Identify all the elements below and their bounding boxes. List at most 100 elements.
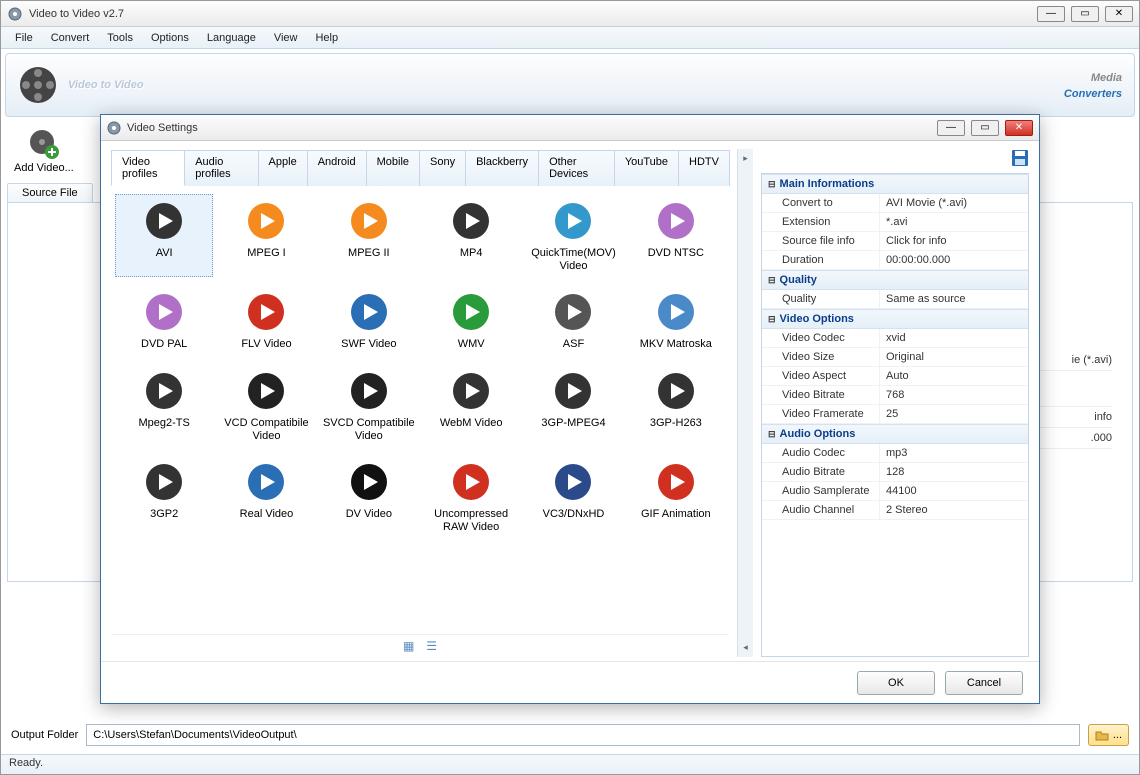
- prop-value[interactable]: 00:00:00.000: [880, 251, 1028, 269]
- prop-quality[interactable]: QualitySame as source: [762, 290, 1028, 309]
- section-audio-options[interactable]: ⊟Audio Options: [762, 424, 1028, 444]
- prop-extension[interactable]: Extension*.avi: [762, 213, 1028, 232]
- prop-value[interactable]: mp3: [880, 444, 1028, 462]
- app-title-text: Video to Video: [68, 79, 144, 91]
- prop-video-framerate[interactable]: Video Framerate25: [762, 405, 1028, 424]
- tab-sony[interactable]: Sony: [419, 150, 466, 186]
- profile-3gp-h263[interactable]: 3GP-H263: [627, 364, 725, 447]
- menu-options[interactable]: Options: [143, 30, 197, 46]
- profile-wmv[interactable]: WMV: [422, 285, 520, 356]
- dialog-close-button[interactable]: ✕: [1005, 120, 1033, 136]
- menu-language[interactable]: Language: [199, 30, 264, 46]
- output-folder-input[interactable]: [86, 724, 1080, 746]
- menu-view[interactable]: View: [266, 30, 306, 46]
- browse-button[interactable]: ...: [1088, 724, 1129, 746]
- profile-mpeg-i[interactable]: MPEG I: [217, 194, 315, 277]
- prop-video-aspect[interactable]: Video AspectAuto: [762, 367, 1028, 386]
- dialog-minimize-button[interactable]: —: [937, 120, 965, 136]
- cancel-button[interactable]: Cancel: [945, 671, 1023, 695]
- prop-video-size[interactable]: Video SizeOriginal: [762, 348, 1028, 367]
- prop-audio-channel[interactable]: Audio Channel2 Stereo: [762, 501, 1028, 520]
- list-view-icon[interactable]: ☰: [426, 639, 437, 653]
- section-quality[interactable]: ⊟Quality: [762, 270, 1028, 290]
- tab-blackberry[interactable]: Blackberry: [465, 150, 539, 186]
- prop-value[interactable]: 2 Stereo: [880, 501, 1028, 519]
- prop-value[interactable]: 44100: [880, 482, 1028, 500]
- profile-mpeg2-ts[interactable]: Mpeg2-TS: [115, 364, 213, 447]
- section-main-informations[interactable]: ⊟Main Informations: [762, 174, 1028, 194]
- property-grid[interactable]: ⊟Main InformationsConvert toAVI Movie (*…: [761, 173, 1029, 657]
- prop-value[interactable]: Click for info: [880, 232, 1028, 250]
- prop-value[interactable]: xvid: [880, 329, 1028, 347]
- minimize-button[interactable]: —: [1037, 6, 1065, 22]
- profile-icon: [142, 460, 186, 504]
- profile-flv-video[interactable]: FLV Video: [217, 285, 315, 356]
- section-video-options[interactable]: ⊟Video Options: [762, 309, 1028, 329]
- chevron-right-icon: ▸: [738, 153, 753, 164]
- save-profile-button[interactable]: [1011, 149, 1029, 167]
- tab-youtube[interactable]: YouTube: [614, 150, 679, 186]
- tab-apple[interactable]: Apple: [258, 150, 308, 186]
- dialog-maximize-button[interactable]: ▭: [971, 120, 999, 136]
- profile-webm-video[interactable]: WebM Video: [422, 364, 520, 447]
- tab-android[interactable]: Android: [307, 150, 367, 186]
- collapse-icon: ⊟: [768, 429, 776, 440]
- close-button[interactable]: ✕: [1105, 6, 1133, 22]
- tab-other-devices[interactable]: Other Devices: [538, 150, 615, 186]
- source-file-tab[interactable]: Source File: [7, 183, 93, 202]
- menu-convert[interactable]: Convert: [43, 30, 98, 46]
- profile-gif-animation[interactable]: GIF Animation: [627, 455, 725, 538]
- menu-help[interactable]: Help: [307, 30, 346, 46]
- prop-duration[interactable]: Duration00:00:00.000: [762, 251, 1028, 270]
- profile-vcd-compatibile-video[interactable]: VCD Compatibile Video: [217, 364, 315, 447]
- tab-video-profiles[interactable]: Video profiles: [111, 150, 185, 186]
- profile-avi[interactable]: AVI: [115, 194, 213, 277]
- profile-dv-video[interactable]: DV Video: [320, 455, 418, 538]
- profile-dvd-ntsc[interactable]: DVD NTSC: [627, 194, 725, 277]
- profile-mpeg-ii[interactable]: MPEG II: [320, 194, 418, 277]
- menu-file[interactable]: File: [7, 30, 41, 46]
- prop-source-file-info[interactable]: Source file infoClick for info: [762, 232, 1028, 251]
- tab-audio-profiles[interactable]: Audio profiles: [184, 150, 258, 186]
- prop-convert-to[interactable]: Convert toAVI Movie (*.avi): [762, 194, 1028, 213]
- profile-quicktime-mov-video[interactable]: QuickTime(MOV) Video: [524, 194, 622, 277]
- prop-audio-bitrate[interactable]: Audio Bitrate128: [762, 463, 1028, 482]
- splitter-handle[interactable]: ▸ ◂: [737, 149, 753, 657]
- prop-video-codec[interactable]: Video Codecxvid: [762, 329, 1028, 348]
- grid-view-icon[interactable]: ▦: [403, 639, 414, 653]
- profile-3gp2[interactable]: 3GP2: [115, 455, 213, 538]
- maximize-button[interactable]: ▭: [1071, 6, 1099, 22]
- profile-dvd-pal[interactable]: DVD PAL: [115, 285, 213, 356]
- prop-value[interactable]: *.avi: [880, 213, 1028, 231]
- prop-value[interactable]: 25: [880, 405, 1028, 423]
- main-titlebar[interactable]: Video to Video v2.7 — ▭ ✕: [1, 1, 1139, 27]
- profile-swf-video[interactable]: SWF Video: [320, 285, 418, 356]
- profile-vc3-dnxhd[interactable]: VC3/DNxHD: [524, 455, 622, 538]
- menu-tools[interactable]: Tools: [99, 30, 141, 46]
- prop-video-bitrate[interactable]: Video Bitrate768: [762, 386, 1028, 405]
- tab-hdtv[interactable]: HDTV: [678, 150, 730, 186]
- prop-value[interactable]: Auto: [880, 367, 1028, 385]
- profile-mkv-matroska[interactable]: MKV Matroska: [627, 285, 725, 356]
- prop-value[interactable]: Original: [880, 348, 1028, 366]
- prop-audio-codec[interactable]: Audio Codecmp3: [762, 444, 1028, 463]
- profile-svcd-compatibile-video[interactable]: SVCD Compatibile Video: [320, 364, 418, 447]
- prop-value[interactable]: Same as source: [880, 290, 1028, 308]
- profile-icon: [347, 369, 391, 413]
- prop-audio-samplerate[interactable]: Audio Samplerate44100: [762, 482, 1028, 501]
- profile-icon: [551, 369, 595, 413]
- prop-value[interactable]: AVI Movie (*.avi): [880, 194, 1028, 212]
- add-video-button[interactable]: Add Video...: [7, 123, 81, 179]
- tab-mobile[interactable]: Mobile: [366, 150, 420, 186]
- profile-3gp-mpeg4[interactable]: 3GP-MPEG4: [524, 364, 622, 447]
- profile-asf[interactable]: ASF: [524, 285, 622, 356]
- prop-value[interactable]: 128: [880, 463, 1028, 481]
- profile-real-video[interactable]: Real Video: [217, 455, 315, 538]
- prop-value[interactable]: 768: [880, 386, 1028, 404]
- profile-uncompressed-raw-video[interactable]: Uncompressed RAW Video: [422, 455, 520, 538]
- dialog-titlebar[interactable]: Video Settings — ▭ ✕: [101, 115, 1039, 141]
- add-video-label: Add Video...: [14, 162, 74, 174]
- ok-button[interactable]: OK: [857, 671, 935, 695]
- profile-mp4[interactable]: MP4: [422, 194, 520, 277]
- profile-label: WebM Video: [440, 417, 503, 430]
